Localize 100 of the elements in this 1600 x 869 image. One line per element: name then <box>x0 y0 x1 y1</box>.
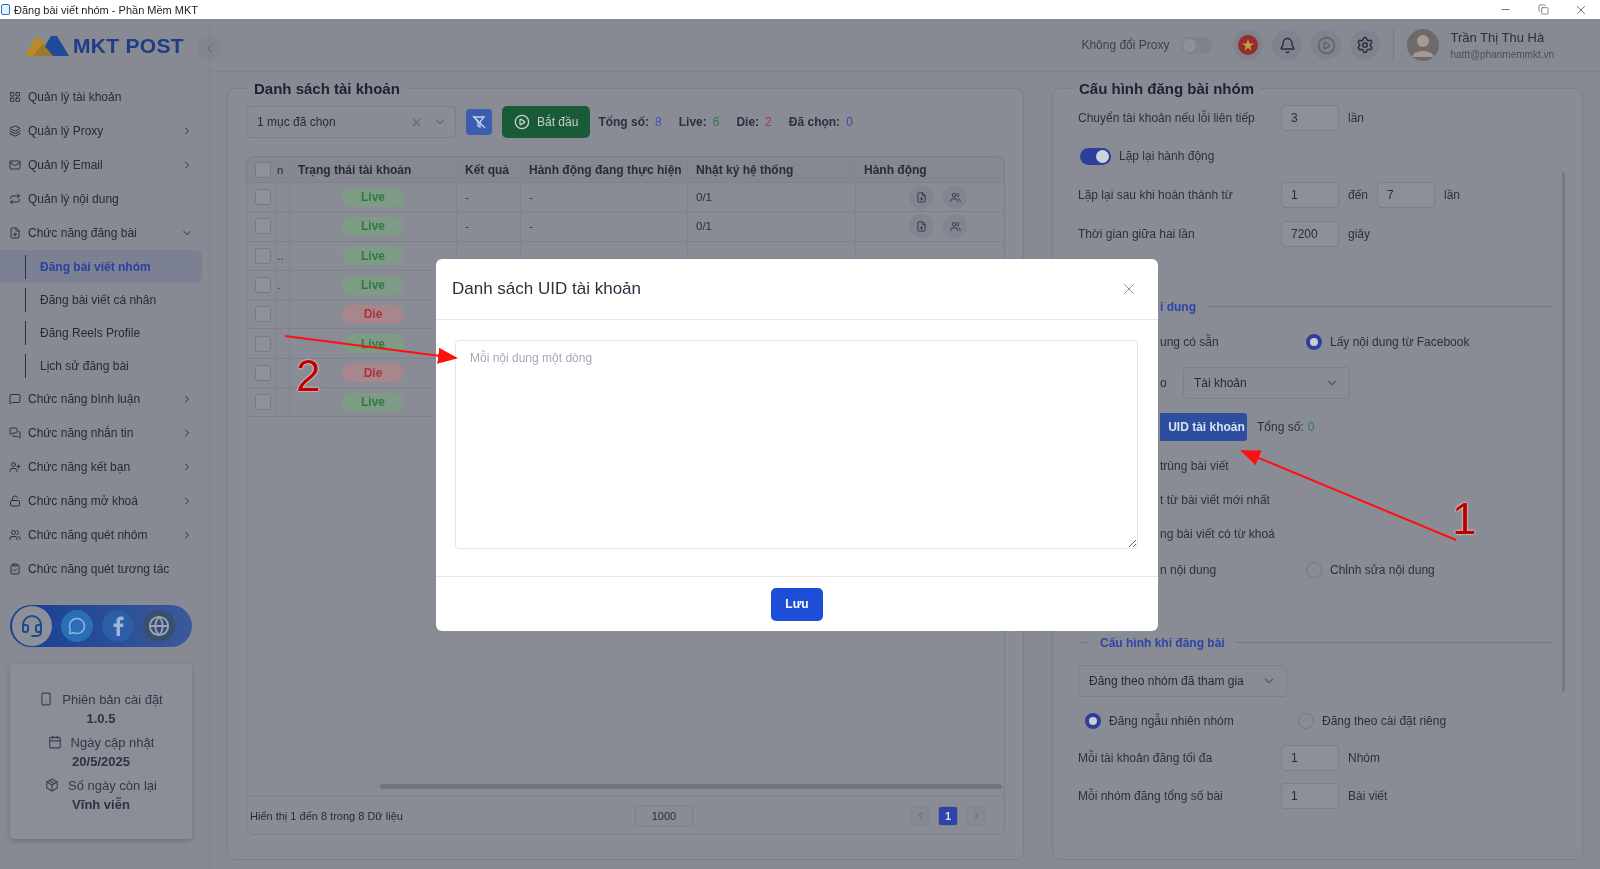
info-label: Ngày cập nhật <box>70 734 155 750</box>
sidebar-item[interactable]: Chức năng kết bạn <box>0 450 209 484</box>
number-field[interactable]: 7200 <box>1281 221 1339 247</box>
group-action-button[interactable] <box>943 185 967 210</box>
stat-value: 6 <box>712 115 720 129</box>
sidebar-item[interactable]: Quản lý nội dung <box>0 182 209 216</box>
sidebar-subitem[interactable]: Lịch sử đăng bài <box>0 349 202 382</box>
flag-icon[interactable] <box>1233 30 1264 60</box>
checkbox[interactable] <box>255 364 271 381</box>
comment-icon <box>9 393 21 405</box>
collapse-button[interactable] <box>197 36 221 60</box>
sidebar-item[interactable]: Quản lý Proxy <box>0 114 209 148</box>
checkbox[interactable] <box>255 277 271 294</box>
post-action-button[interactable] <box>909 214 933 239</box>
checkbox[interactable] <box>255 306 271 323</box>
info-value: Vĩnh viễn <box>72 796 130 812</box>
sidebar-item[interactable]: Chức năng nhắn tin <box>0 416 209 450</box>
checkbox[interactable] <box>255 335 271 352</box>
layers-icon <box>9 125 21 137</box>
number-field[interactable]: 7 <box>1377 182 1436 208</box>
uid-text-field[interactable]: Mỗi nội dung một dòng <box>455 340 1138 549</box>
checkbox[interactable] <box>255 218 271 235</box>
status-badge: Live <box>342 275 404 295</box>
group-action-button[interactable] <box>943 214 967 239</box>
unit-label: Nhóm <box>1348 751 1380 765</box>
filter-off-icon <box>472 115 486 129</box>
uid-list-button[interactable]: UID tài khoản <box>1160 413 1247 441</box>
sidebar-item[interactable]: Quản lý tài khoản <box>0 80 209 114</box>
checkbox[interactable] <box>255 161 271 178</box>
save-button[interactable]: Lưu <box>771 587 823 621</box>
sidebar-item[interactable]: Chức năng quét nhóm <box>0 518 209 552</box>
file-plus-icon <box>915 220 927 232</box>
play-icon[interactable] <box>1311 30 1342 60</box>
annotation-number: 2 <box>296 354 321 398</box>
sidebar-item[interactable]: Chức năng mở khoá <box>0 484 209 518</box>
toggle-switch[interactable] <box>1080 147 1111 165</box>
support-icon[interactable] <box>12 606 52 646</box>
stat-label: Tổng số: <box>598 115 650 129</box>
number-field[interactable]: 3 <box>1281 105 1339 131</box>
unlock-icon <box>9 495 21 507</box>
table-cell: .. <box>277 241 290 270</box>
settings-icon[interactable] <box>1350 30 1381 60</box>
restore-icon <box>1537 4 1549 15</box>
radio-button[interactable] <box>1085 713 1101 729</box>
option-label: t từ bài viết mới nhất <box>1160 493 1270 507</box>
field-label: o <box>1160 376 1168 390</box>
calendar-icon <box>47 735 62 749</box>
table-cell: - <box>521 183 688 212</box>
app-logo: MKT POST <box>73 33 184 58</box>
sidebar-item[interactable]: Chức năng bình luận <box>0 382 209 416</box>
scrollbar[interactable] <box>380 784 1002 789</box>
sidebar-subitem[interactable]: Đăng bài viết nhóm <box>0 250 202 283</box>
box-icon <box>45 778 60 792</box>
window-title: Đăng bài viết nhóm - Phần Mềm MKT <box>14 3 200 16</box>
clear-filter-button[interactable] <box>466 109 492 135</box>
account-filter-select[interactable]: 1 mục đã chọn <box>246 106 456 138</box>
stat-label: Đã chọn: <box>788 115 841 129</box>
number-field[interactable]: 1 <box>1281 182 1339 208</box>
radio-button[interactable] <box>1306 334 1322 350</box>
dialog-title: Danh sách UID tài khoản <box>452 279 641 299</box>
info-label: Phiên bản cài đặt <box>62 691 163 707</box>
app-icon <box>1 4 10 15</box>
sidebar-subitem[interactable]: Đăng Reels Profile <box>0 316 202 349</box>
clipboard-icon <box>9 563 21 575</box>
play-icon <box>514 114 530 130</box>
sidebar-subitem[interactable]: Đăng bài viết cá nhân <box>0 283 202 316</box>
sidebar-item[interactable]: Chức năng đăng bài <box>0 216 209 250</box>
start-button[interactable]: Bắt đầu <box>502 106 591 138</box>
page-size-field[interactable]: 1000 <box>635 804 693 827</box>
facebook-icon[interactable] <box>102 610 134 642</box>
sidebar-item[interactable]: Chức năng quét tương tác <box>0 552 209 586</box>
column-header: Trạng thái tài khoản <box>290 157 457 182</box>
page-button[interactable]: 1 <box>938 805 958 826</box>
chat-bubble-icon[interactable] <box>61 610 93 642</box>
select-field[interactable]: Tài khoản <box>1183 367 1350 399</box>
number-field[interactable]: 1 <box>1281 745 1339 771</box>
previous-page-button[interactable] <box>910 805 930 826</box>
table-summary: Hiển thị 1 đến 8 trong 8 Dữ liệu <box>250 809 404 822</box>
total-label: Tổng số: <box>1257 420 1304 434</box>
file-plus-icon <box>9 227 21 239</box>
checkbox[interactable] <box>255 394 271 411</box>
table-cell: - <box>521 212 688 241</box>
range-label: đến <box>1348 188 1369 202</box>
section-title: Cấu hình khi đăng bài <box>1099 636 1226 650</box>
unit-label: lần <box>1348 111 1364 125</box>
option-label: Chỉnh sửa nội dung <box>1330 563 1435 577</box>
globe-icon[interactable] <box>143 610 175 642</box>
bell-icon[interactable] <box>1272 30 1303 60</box>
info-value: 20/5/2025 <box>72 753 130 769</box>
sidebar-item[interactable]: Quản lý Email <box>0 148 209 182</box>
number-field[interactable]: 1 <box>1281 783 1339 809</box>
option-label: trùng bài viết <box>1160 459 1229 473</box>
grid-icon <box>9 91 21 103</box>
checkbox[interactable] <box>255 189 271 206</box>
section-title: i dung <box>1160 300 1197 314</box>
checkbox[interactable] <box>255 247 271 264</box>
panel-title: Danh sách tài khoản <box>253 80 401 97</box>
post-action-button[interactable] <box>909 185 933 210</box>
select-field[interactable]: Đăng theo nhóm đã tham gia <box>1078 665 1287 697</box>
next-page-button[interactable] <box>966 805 986 826</box>
